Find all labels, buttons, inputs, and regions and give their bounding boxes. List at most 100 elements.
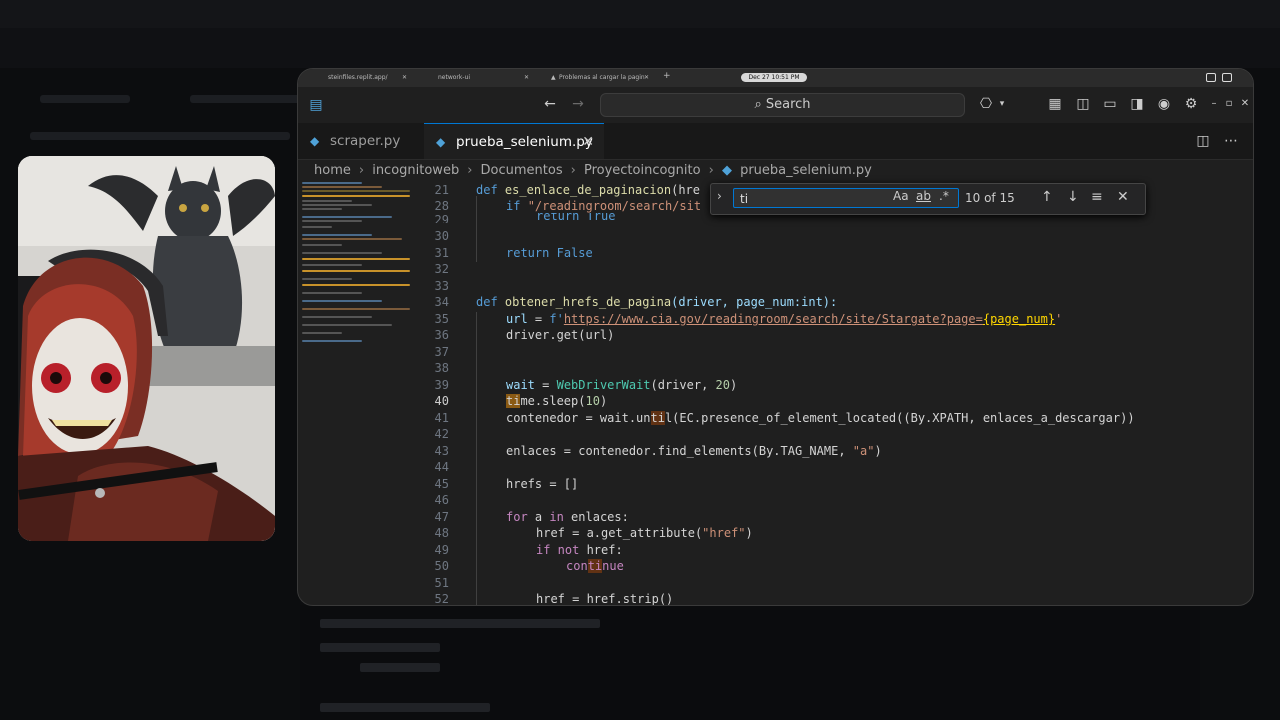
browser-tab[interactable]: Problemas al cargar la pagin [559, 73, 645, 83]
line-number: 34 [434, 295, 449, 309]
warning-icon: ▲ [551, 74, 556, 81]
code-line: if "/readingroom/search/sit [506, 199, 702, 213]
close-window-icon[interactable]: ✕ [1237, 96, 1253, 112]
line-number: 50 [434, 559, 449, 573]
line-number: 39 [434, 378, 449, 392]
code-line: if not href: [536, 543, 623, 557]
background-toolbar [0, 28, 1280, 68]
code-line: contenedor = wait.until(EC.presence_of_e… [506, 411, 1135, 425]
code-line: for a in enlaces: [506, 510, 629, 524]
line-number: 41 [434, 411, 449, 425]
chevron-down-icon[interactable]: ▾ [994, 96, 1010, 112]
line-number: 33 [434, 279, 449, 293]
toggle-secondary-sidebar-icon[interactable]: ◨ [1129, 96, 1145, 112]
code-line: def obtener_hrefs_de_pagina(driver, page… [476, 295, 838, 309]
back-arrow-icon[interactable]: ← [542, 96, 558, 112]
title-bar: ▤ ← → ⌕ Search ⎔ ▾ ▦ ◫ ▭ ◨ ◉ ⚙ – ▫ ✕ [298, 87, 1253, 123]
close-icon[interactable]: ✕ [644, 73, 649, 83]
line-number-current: 40 [434, 394, 449, 408]
line-number: 47 [434, 510, 449, 524]
chevron-right-icon: › [358, 163, 365, 178]
code-line: url = f'https://www.cia.gov/readingroom/… [506, 312, 1063, 326]
breadcrumb-item[interactable]: Documentos [481, 163, 563, 178]
search-label: Search [765, 97, 811, 112]
chevron-right-icon[interactable]: › [717, 189, 722, 203]
python-file-icon: ◆ [436, 135, 446, 149]
close-icon[interactable]: ✕ [402, 73, 407, 83]
line-number: 21 [434, 183, 449, 197]
code-line: continue [566, 559, 624, 573]
indent-guide [476, 312, 477, 605]
line-number: 52 [434, 592, 449, 606]
regex-toggle[interactable]: .* [939, 189, 949, 203]
line-number: 49 [434, 543, 449, 557]
code-line: driver.get(url) [506, 328, 615, 342]
arrow-down-icon[interactable]: ↓ [1067, 189, 1079, 205]
line-number: 35 [434, 312, 449, 326]
indent-guide [476, 196, 477, 262]
close-icon[interactable]: ✕ [582, 124, 594, 160]
code-line: wait = WebDriverWait(driver, 20) [506, 378, 738, 392]
code-line-current: time.sleep(10) [506, 394, 608, 408]
find-match: ti [650, 411, 665, 425]
tab-prueba-selenium[interactable]: ◆ prueba_selenium.py ✕ [424, 123, 604, 159]
command-center-search[interactable]: ⌕ Search [600, 93, 965, 117]
breadcrumb-item[interactable]: prueba_selenium.py [740, 163, 872, 178]
breadcrumb-item[interactable]: incognitoweb [372, 163, 459, 178]
find-widget: › ti Aa ab .* 10 of 15 ↑ ↓ ≡ ✕ [710, 183, 1146, 215]
toggle-sidebar-icon[interactable]: ◫ [1075, 96, 1091, 112]
line-number: 42 [434, 427, 449, 441]
find-in-selection-icon[interactable]: ≡ [1091, 189, 1103, 205]
code-line: return False [506, 246, 593, 260]
browser-tab[interactable]: network-ui [438, 73, 470, 83]
editor-tabs: ◆ scraper.py ◆ prueba_selenium.py ✕ ◫ ⋯ [298, 123, 1253, 160]
app-logo-icon: ▤ [309, 97, 323, 113]
line-number: 28 [434, 199, 449, 213]
customize-layout-icon[interactable]: ▦ [1047, 96, 1063, 112]
line-number: 48 [434, 526, 449, 540]
background-code [300, 605, 1200, 720]
code-line: return True [536, 213, 616, 223]
copilot-icon[interactable]: ⎔ [978, 96, 994, 112]
minimap[interactable] [302, 182, 412, 352]
line-number: 32 [434, 262, 449, 276]
maximize-window-icon[interactable] [1222, 73, 1232, 82]
line-number: 37 [434, 345, 449, 359]
line-number: 43 [434, 444, 449, 458]
match-count: 10 of 15 [965, 191, 1015, 205]
forward-arrow-icon[interactable]: → [570, 96, 586, 112]
editor-window: steinfiles.replit.app/ ✕ network-ui ✕ ▲ … [297, 68, 1254, 606]
chevron-right-icon: › [708, 163, 714, 178]
close-icon[interactable]: ✕ [524, 73, 529, 83]
code-line: enlaces = contenedor.find_elements(By.TA… [506, 444, 882, 458]
breadcrumb-item[interactable]: home [314, 163, 351, 178]
gear-icon[interactable]: ⚙ [1183, 96, 1199, 112]
split-editor-icon[interactable]: ◫ [1195, 133, 1211, 149]
breadcrumb: home › incognitoweb › Documentos › Proyecto… [314, 163, 876, 181]
background-browser-chrome [0, 0, 1280, 28]
match-case-toggle[interactable]: Aa [893, 189, 909, 203]
whole-word-toggle[interactable]: ab [916, 189, 931, 203]
background-tab [40, 95, 130, 103]
maximize-icon[interactable]: ▫ [1221, 96, 1237, 112]
more-actions-icon[interactable]: ⋯ [1223, 133, 1239, 149]
line-number: 38 [434, 361, 449, 375]
code-editor[interactable]: 21 28 29 30 31 32 33 34 35 36 37 38 39 4… [413, 182, 1253, 605]
account-icon[interactable]: ◉ [1156, 96, 1172, 112]
code-line: href = href.strip() [536, 592, 674, 606]
restore-window-icon[interactable] [1206, 73, 1216, 82]
code-line: href = a.get_attribute("href") [536, 526, 753, 540]
browser-tab[interactable]: steinfiles.replit.app/ [328, 73, 388, 83]
search-icon: ⌕ [754, 97, 762, 112]
python-file-icon: ◆ [310, 134, 320, 148]
toggle-panel-icon[interactable]: ▭ [1102, 96, 1118, 112]
arrow-up-icon[interactable]: ↑ [1041, 189, 1053, 205]
webcam-overlay [18, 156, 275, 541]
code-line: def es_enlace_de_paginacion(hre [476, 183, 700, 197]
minimize-icon[interactable]: – [1206, 96, 1222, 112]
find-match-current: ti [506, 394, 521, 408]
close-icon[interactable]: ✕ [1117, 189, 1129, 205]
breadcrumb-item[interactable]: Proyectoincognito [584, 163, 701, 178]
line-number: 29 [434, 213, 449, 223]
new-tab-icon[interactable]: + [663, 71, 671, 81]
